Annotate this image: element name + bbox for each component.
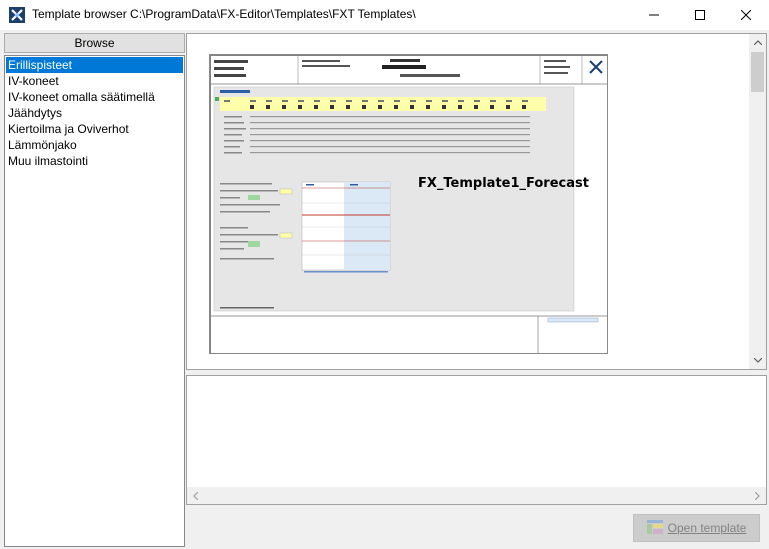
list-item-erillispisteet[interactable]: Erillispisteet <box>6 57 183 73</box>
maximize-button[interactable] <box>677 0 723 30</box>
list-item-muu-ilmastointi[interactable]: Muu ilmastointi <box>6 153 183 169</box>
browse-panel: Browse Erillispisteet IV-koneet IV-konee… <box>4 33 185 547</box>
browse-header[interactable]: Browse <box>4 33 185 53</box>
category-list[interactable]: Erillispisteet IV-koneet IV-koneet omall… <box>4 55 185 547</box>
open-template-button[interactable]: Open template <box>633 514 760 542</box>
close-button[interactable] <box>723 0 769 30</box>
template-icon <box>646 519 663 537</box>
template-name-label: FX_Template1_Forecast <box>418 176 589 191</box>
template-thumbnail: FX_Template1_Forecast <box>209 54 608 354</box>
list-item-iv-koneet-saatimella[interactable]: IV-koneet omalla säätimellä <box>6 89 183 105</box>
list-item-jaahdytys[interactable]: Jäähdytys <box>6 105 183 121</box>
scroll-left-arrow-icon[interactable] <box>187 487 204 504</box>
scroll-up-arrow-icon[interactable] <box>749 34 766 51</box>
window-title: Template browser C:\ProgramData\FX-Edito… <box>32 7 416 21</box>
template-preview: FX_Template1_Forecast <box>186 33 767 370</box>
scroll-down-arrow-icon[interactable] <box>749 352 766 369</box>
scroll-right-arrow-icon[interactable] <box>749 487 766 504</box>
title-bar: Template browser C:\ProgramData\FX-Edito… <box>0 0 769 30</box>
details-horizontal-scrollbar[interactable] <box>187 487 766 504</box>
scroll-thumb[interactable] <box>751 52 764 92</box>
app-icon <box>9 7 25 23</box>
open-template-label: Open template <box>667 521 747 535</box>
list-item-lammonjako[interactable]: Lämmönjako <box>6 137 183 153</box>
minimize-button[interactable] <box>631 0 677 30</box>
preview-vertical-scrollbar[interactable] <box>749 34 766 369</box>
template-details <box>186 375 767 505</box>
list-item-kiertoilma[interactable]: Kiertoilma ja Oviverhot <box>6 121 183 137</box>
list-item-iv-koneet[interactable]: IV-koneet <box>6 73 183 89</box>
thumbnail-drawing <box>210 55 607 353</box>
